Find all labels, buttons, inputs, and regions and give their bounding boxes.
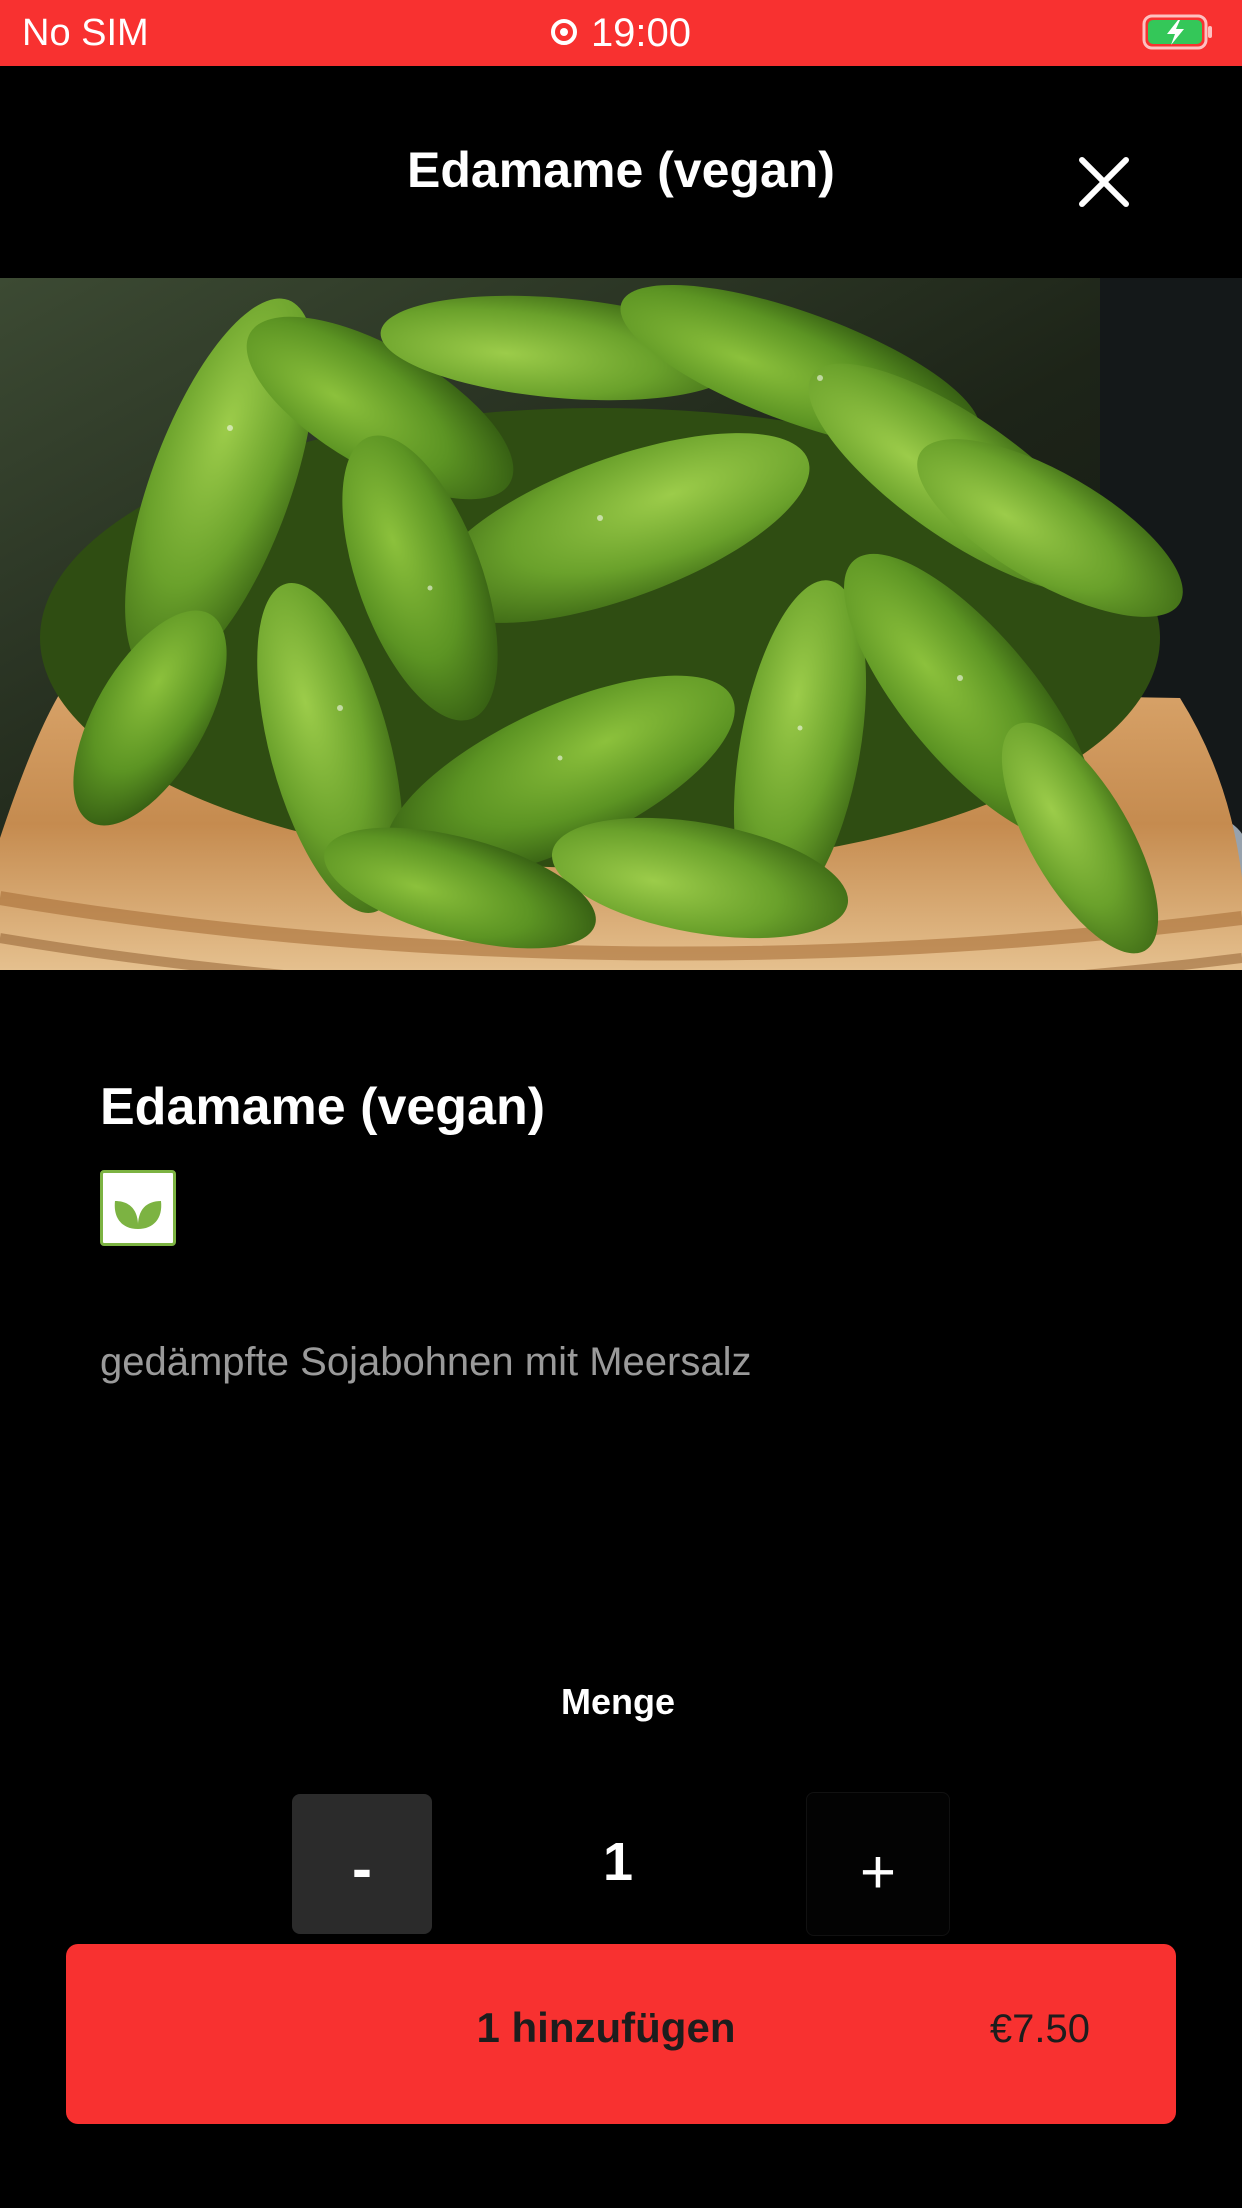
product-description: gedämpfte Sojabohnen mit Meersalz	[100, 1340, 752, 1384]
quantity-value: 1	[602, 1832, 634, 1892]
status-bar: No SIM 19:00	[0, 0, 1242, 66]
decrement-button[interactable]: -	[292, 1794, 432, 1934]
recording-icon	[550, 19, 577, 46]
quantity-label: Menge	[560, 1681, 675, 1722]
increment-button[interactable]: +	[806, 1792, 950, 1936]
add-button-label: 1 hinzufügen	[476, 2004, 736, 2051]
modal-header: Edamame (vegan)	[0, 66, 1242, 278]
close-icon	[1079, 157, 1129, 207]
status-center: 19:00	[0, 10, 1242, 56]
edamame-photo	[0, 278, 1242, 970]
product-image	[0, 278, 1242, 970]
modal-title: Edamame (vegan)	[407, 142, 835, 198]
status-time: 19:00	[590, 11, 692, 55]
close-button[interactable]	[1068, 146, 1140, 218]
vegan-leaf-icon	[114, 1201, 162, 1229]
vegan-badge	[100, 1170, 176, 1246]
add-to-cart-button[interactable]: 1 hinzufügen €7.50	[66, 1944, 1176, 2124]
product-name: Edamame (vegan)	[100, 1078, 546, 1136]
add-button-price: €7.50	[989, 2007, 1090, 2051]
battery-charging-icon	[1142, 14, 1212, 50]
